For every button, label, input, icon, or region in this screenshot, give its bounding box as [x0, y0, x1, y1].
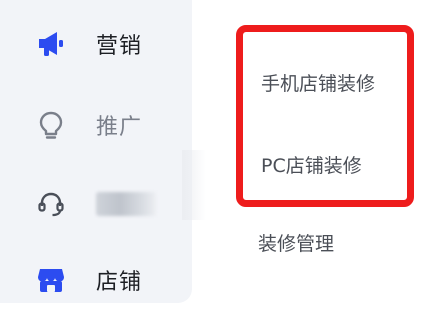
obscured-label [96, 192, 156, 216]
sidebar-item-store[interactable]: 店铺 [0, 252, 190, 308]
sidebar-item-label: 营销 [96, 34, 143, 59]
sidebar-item-marketing[interactable]: 营销 [0, 16, 190, 72]
megaphone-icon [36, 29, 66, 59]
sidebar: 营销 推广 店铺 [0, 0, 192, 303]
sidebar-item-promote[interactable]: 推广 [0, 97, 190, 153]
sidebar-item-label: 推广 [96, 115, 143, 140]
menu-item-pc-store-decoration[interactable]: PC店铺装修 [261, 151, 362, 178]
storefront-icon [36, 265, 66, 295]
scroll-shadow [182, 150, 206, 220]
headset-icon [36, 189, 66, 219]
store-decoration-menu: 手机店铺装修 PC店铺装修 [236, 25, 414, 207]
menu-item-decoration-management[interactable]: 装修管理 [258, 229, 334, 256]
sidebar-item-label: 店铺 [96, 270, 143, 295]
lightbulb-icon [36, 110, 66, 140]
menu-item-mobile-store-decoration[interactable]: 手机店铺装修 [261, 69, 375, 96]
sidebar-item-service[interactable] [0, 176, 190, 232]
